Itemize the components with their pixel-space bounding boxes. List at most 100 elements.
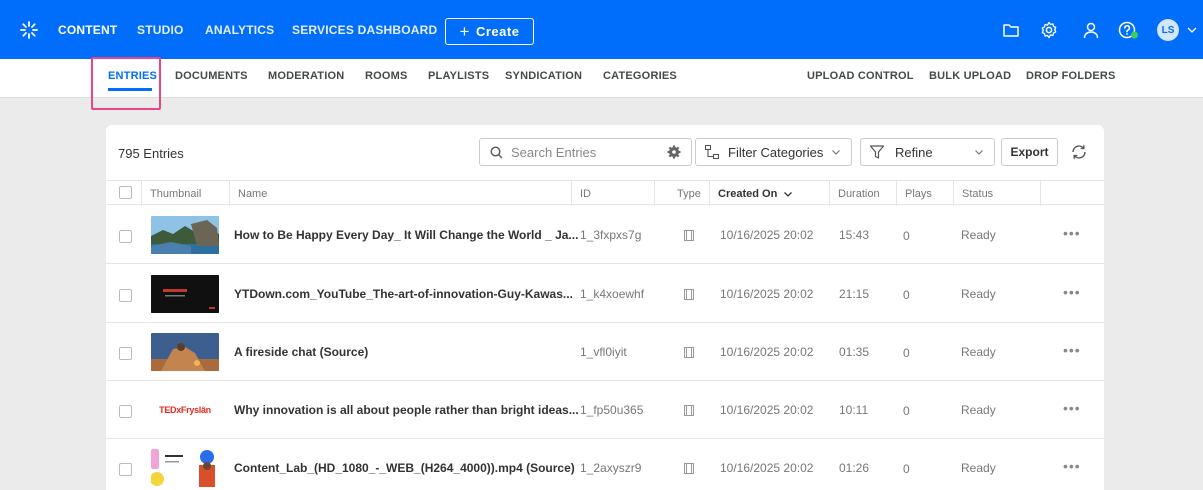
topnav-analytics[interactable]: ANALYTICS (205, 0, 274, 59)
entry-id: 1_vfl0iyit (580, 345, 627, 359)
column-duration[interactable]: Duration (829, 181, 896, 206)
video-type-icon (684, 289, 694, 300)
top-bar: CONTENT STUDIO ANALYTICS SERVICES DASHBO… (0, 0, 1203, 59)
column-created-on[interactable]: Created On (709, 181, 829, 206)
column-type[interactable]: Type (654, 181, 709, 206)
column-id[interactable]: ID (571, 181, 654, 206)
filter-categories-dropdown[interactable]: Filter Categories (695, 138, 852, 166)
highlight-annotation (91, 57, 161, 110)
tab-upload-control[interactable]: UPLOAD CONTROL (807, 59, 914, 92)
entry-status: Ready (961, 403, 996, 417)
gear-icon[interactable] (1040, 21, 1058, 39)
refresh-icon[interactable] (1070, 143, 1088, 161)
avatar[interactable]: LS (1157, 19, 1179, 41)
app-logo-icon[interactable] (20, 21, 38, 39)
entries-panel: 795 Entries Filter Categories Refine (106, 125, 1104, 490)
tab-rooms[interactable]: ROOMS (365, 59, 408, 92)
tedx-logo-text: TEDxFryslân (159, 405, 211, 415)
row-checkbox[interactable] (119, 289, 132, 302)
row-actions-more-icon[interactable]: ••• (1063, 225, 1081, 241)
entry-thumbnail[interactable] (151, 216, 219, 254)
entry-id: 1_3fxpxs7g (580, 228, 642, 242)
create-label: Create (475, 24, 520, 39)
table-row[interactable]: TEDxFryslân Why innovation is all about … (106, 381, 1104, 439)
topnav-studio[interactable]: STUDIO (137, 0, 184, 59)
row-actions-more-icon[interactable]: ••• (1063, 400, 1081, 416)
folder-icon[interactable] (1002, 21, 1020, 39)
create-button[interactable]: + Create (445, 18, 534, 45)
tab-drop-folders[interactable]: DROP FOLDERS (1026, 59, 1116, 92)
entry-name[interactable]: Content_Lab_(HD_1080_-_WEB_(H264_4000)).… (234, 461, 575, 475)
entry-name[interactable]: A fireside chat (Source) (234, 345, 368, 359)
entry-created-on: 10/16/2025 20:02 (720, 228, 814, 242)
user-icon[interactable] (1082, 21, 1100, 39)
chevron-down-icon (832, 150, 841, 155)
tab-syndication[interactable]: SYNDICATION (505, 59, 582, 92)
row-checkbox[interactable] (119, 405, 132, 418)
tab-documents[interactable]: DOCUMENTS (175, 59, 248, 92)
column-status[interactable]: Status (953, 181, 1040, 206)
column-thumbnail: Thumbnail (141, 181, 229, 206)
entry-thumbnail[interactable] (151, 449, 219, 487)
entry-name[interactable]: How to Be Happy Every Day_ It Will Chang… (234, 228, 578, 242)
topnav-services-dashboard[interactable]: SERVICES DASHBOARD (292, 0, 437, 59)
category-tree-icon (704, 144, 720, 160)
entry-id: 1_fp50u365 (580, 403, 644, 417)
chevron-down-icon[interactable] (1187, 25, 1197, 35)
tab-moderation[interactable]: MODERATION (268, 59, 344, 92)
entry-id: 1_2axyszr9 (580, 461, 642, 475)
video-type-icon (684, 405, 694, 416)
row-actions-more-icon[interactable]: ••• (1063, 342, 1081, 358)
sub-navigation: ENTRIES DOCUMENTS MODERATION ROOMS PLAYL… (0, 59, 1203, 98)
entry-duration: 01:26 (839, 461, 870, 475)
entry-plays: 0 (903, 288, 910, 302)
funnel-icon (869, 145, 885, 159)
table-row[interactable]: Content_Lab_(HD_1080_-_WEB_(H264_4000)).… (106, 439, 1104, 490)
tab-playlists[interactable]: PLAYLISTS (428, 59, 489, 92)
row-actions-more-icon[interactable]: ••• (1063, 284, 1081, 300)
entries-count: 795 Entries (118, 146, 184, 161)
column-plays[interactable]: Plays (896, 181, 953, 206)
topnav-content[interactable]: CONTENT (58, 0, 117, 59)
entry-thumbnail[interactable] (151, 333, 219, 371)
select-all-checkbox[interactable] (119, 186, 132, 199)
refine-dropdown[interactable]: Refine (860, 138, 995, 166)
help-icon[interactable] (1118, 20, 1140, 40)
tab-bulk-upload[interactable]: BULK UPLOAD (929, 59, 1011, 92)
entry-created-on: 10/16/2025 20:02 (720, 403, 814, 417)
entry-plays: 0 (903, 462, 910, 476)
column-created-on-label: Created On (718, 187, 778, 200)
entry-status: Ready (961, 287, 996, 301)
entry-duration: 10:11 (839, 403, 869, 417)
row-checkbox[interactable] (119, 230, 132, 243)
entry-thumbnail[interactable] (151, 275, 219, 313)
row-checkbox[interactable] (119, 463, 132, 476)
entry-name[interactable]: YTDown.com_YouTube_The-art-of-innovation… (234, 287, 573, 301)
search-box[interactable] (479, 138, 692, 166)
entry-name[interactable]: Why innovation is all about people rathe… (234, 403, 579, 417)
row-checkbox[interactable] (119, 347, 132, 360)
refine-label: Refine (895, 144, 933, 160)
entry-plays: 0 (903, 346, 910, 360)
table-row[interactable]: How to Be Happy Every Day_ It Will Chang… (106, 206, 1104, 264)
entry-status: Ready (961, 228, 996, 242)
entry-created-on: 10/16/2025 20:02 (720, 345, 814, 359)
entry-plays: 0 (903, 404, 910, 418)
entry-thumbnail[interactable]: TEDxFryslân (151, 391, 219, 429)
search-input[interactable] (511, 144, 671, 160)
entry-plays: 0 (903, 229, 910, 243)
entry-id: 1_k4xoewhf (580, 287, 645, 301)
table-row[interactable]: YTDown.com_YouTube_The-art-of-innovation… (106, 265, 1104, 323)
column-actions (1040, 181, 1104, 206)
tab-categories[interactable]: CATEGORIES (603, 59, 677, 92)
plus-icon: + (459, 21, 470, 41)
video-type-icon (684, 230, 694, 241)
entry-created-on: 10/16/2025 20:02 (720, 287, 814, 301)
video-type-icon (684, 347, 694, 358)
row-actions-more-icon[interactable]: ••• (1063, 458, 1081, 474)
table-row[interactable]: A fireside chat (Source) 1_vfl0iyit 10/1… (106, 323, 1104, 381)
export-button[interactable]: Export (1001, 138, 1058, 166)
search-settings-gear-icon[interactable] (667, 145, 681, 159)
column-name[interactable]: Name (229, 181, 571, 206)
chevron-down-icon (975, 150, 983, 155)
